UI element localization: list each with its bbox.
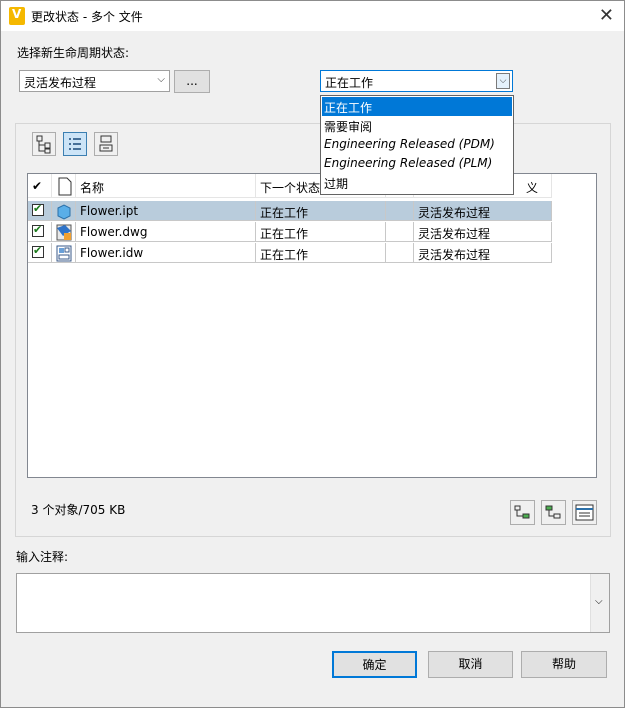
browse-button[interactable]: ... — [174, 70, 210, 93]
row-hidden-cell — [386, 243, 414, 263]
header-check-label: ✔ — [32, 179, 43, 193]
table-row[interactable]: Flower.dwg 正在工作 灵活发布过程 — [28, 222, 552, 242]
row-next-state: 正在工作 — [260, 206, 309, 220]
header-check[interactable]: ✔ — [28, 174, 52, 198]
state-option-label: Engineering Released (PDM) — [324, 137, 495, 151]
chevron-down-icon: ⌵ — [157, 74, 165, 85]
parents-icon — [545, 505, 561, 519]
state-option-label: 正在工作 — [324, 101, 373, 115]
row-checkbox[interactable] — [32, 244, 44, 258]
row-definition-cell: 灵活发布过程 — [414, 222, 552, 242]
object-count-status: 3 个对象/705 KB — [31, 503, 126, 517]
row-definition: 灵活发布过程 — [418, 227, 491, 241]
row-hidden-cell — [386, 222, 414, 242]
detail-view-button[interactable] — [94, 132, 118, 156]
header-next-state-label: 下一个状态 — [260, 181, 321, 195]
drawing-file-icon — [52, 222, 76, 242]
state-option[interactable]: Engineering Released (PDM) — [322, 135, 512, 154]
comment-scrollbar[interactable]: ⌵ — [590, 574, 609, 632]
state-option[interactable]: 过期 — [322, 173, 512, 192]
row-checkbox[interactable] — [32, 202, 44, 216]
state-dropdown-list: 正在工作 需要审阅 Engineering Released (PDM) Eng… — [320, 95, 514, 195]
row-definition: 灵活发布过程 — [418, 206, 491, 220]
state-option-label: Engineering Released (PLM) — [324, 156, 493, 170]
files-grid: ✔ 名称 下一个状态 义 Flower.ipt 正在工作 灵活发布过程 Flow… — [27, 173, 597, 478]
row-checkbox-cell — [28, 222, 52, 242]
chevron-down-icon[interactable]: ⌵ — [496, 73, 510, 89]
tree-view-button[interactable] — [32, 132, 56, 156]
header-name[interactable]: 名称 — [76, 174, 256, 198]
dialog-window: V 更改状态 - 多个 文件 ✕ 选择新生命周期状态: 灵活发布过程 ⌵ ...… — [0, 0, 625, 708]
row-checkbox-cell — [28, 201, 52, 221]
title-bar: V 更改状态 - 多个 文件 ✕ — [1, 1, 624, 31]
tree-view-icon — [36, 135, 51, 154]
close-icon[interactable]: ✕ — [599, 5, 614, 26]
children-icon — [514, 505, 530, 519]
cancel-button[interactable]: 取消 — [428, 651, 513, 678]
row-name-cell: Flower.idw — [76, 243, 256, 263]
help-button[interactable]: 帮助 — [521, 651, 607, 678]
table-row[interactable]: Flower.idw 正在工作 灵活发布过程 — [28, 243, 552, 263]
window-title: 更改状态 - 多个 文件 — [31, 10, 143, 24]
chevron-down-icon[interactable]: ⌵ — [595, 596, 603, 607]
table-row[interactable]: Flower.ipt 正在工作 灵活发布过程 — [28, 201, 552, 221]
part-file-icon — [52, 201, 76, 221]
row-next-state: 正在工作 — [260, 248, 309, 262]
row-name: Flower.dwg — [80, 225, 148, 239]
row-definition-cell: 灵活发布过程 — [414, 201, 552, 221]
vault-app-icon: V — [9, 7, 25, 25]
lifecycle-definition-value: 灵活发布过程 — [24, 76, 97, 90]
row-hidden-cell — [386, 201, 414, 221]
file-icon — [58, 177, 72, 196]
settings-list-icon — [575, 504, 594, 521]
row-checkbox[interactable] — [32, 223, 44, 237]
show-parents-button[interactable] — [541, 500, 566, 525]
detail-view-icon — [99, 135, 113, 152]
list-view-icon — [69, 138, 81, 150]
state-select[interactable]: 正在工作 ⌵ — [320, 70, 513, 92]
state-select-value: 正在工作 — [325, 76, 374, 90]
row-name-cell: Flower.dwg — [76, 222, 256, 242]
state-option[interactable]: Engineering Released (PLM) — [322, 154, 512, 173]
row-name: Flower.idw — [80, 246, 144, 260]
state-option[interactable]: 需要审阅 — [322, 116, 512, 135]
app-icon-letter: V — [12, 7, 22, 21]
lifecycle-definition-select[interactable]: 灵活发布过程 ⌵ — [19, 70, 170, 92]
row-checkbox-cell — [28, 243, 52, 263]
ok-button[interactable]: 确定 — [332, 651, 417, 678]
state-option-label: 过期 — [324, 177, 349, 191]
list-view-button[interactable] — [63, 132, 87, 156]
header-file-icon[interactable] — [52, 174, 76, 198]
comment-textarea[interactable]: ⌵ — [16, 573, 610, 633]
row-name: Flower.ipt — [80, 204, 139, 218]
show-children-button[interactable] — [510, 500, 535, 525]
row-definition-cell: 灵活发布过程 — [414, 243, 552, 263]
row-next-state: 正在工作 — [260, 227, 309, 241]
state-option-label: 需要审阅 — [324, 120, 373, 134]
idw-file-icon — [52, 243, 76, 263]
lifecycle-state-label: 选择新生命周期状态: — [17, 46, 130, 60]
state-option[interactable]: 正在工作 — [322, 97, 512, 116]
row-next-state-cell[interactable]: 正在工作 — [256, 222, 386, 242]
row-name-cell: Flower.ipt — [76, 201, 256, 221]
row-next-state-cell[interactable]: 正在工作 — [256, 243, 386, 263]
comment-label: 输入注释: — [16, 550, 69, 564]
row-next-state-cell[interactable]: 正在工作 — [256, 201, 386, 221]
row-definition: 灵活发布过程 — [418, 248, 491, 262]
header-definition-label: 义 — [526, 181, 539, 195]
settings-button[interactable] — [572, 500, 597, 525]
header-name-label: 名称 — [80, 181, 105, 195]
